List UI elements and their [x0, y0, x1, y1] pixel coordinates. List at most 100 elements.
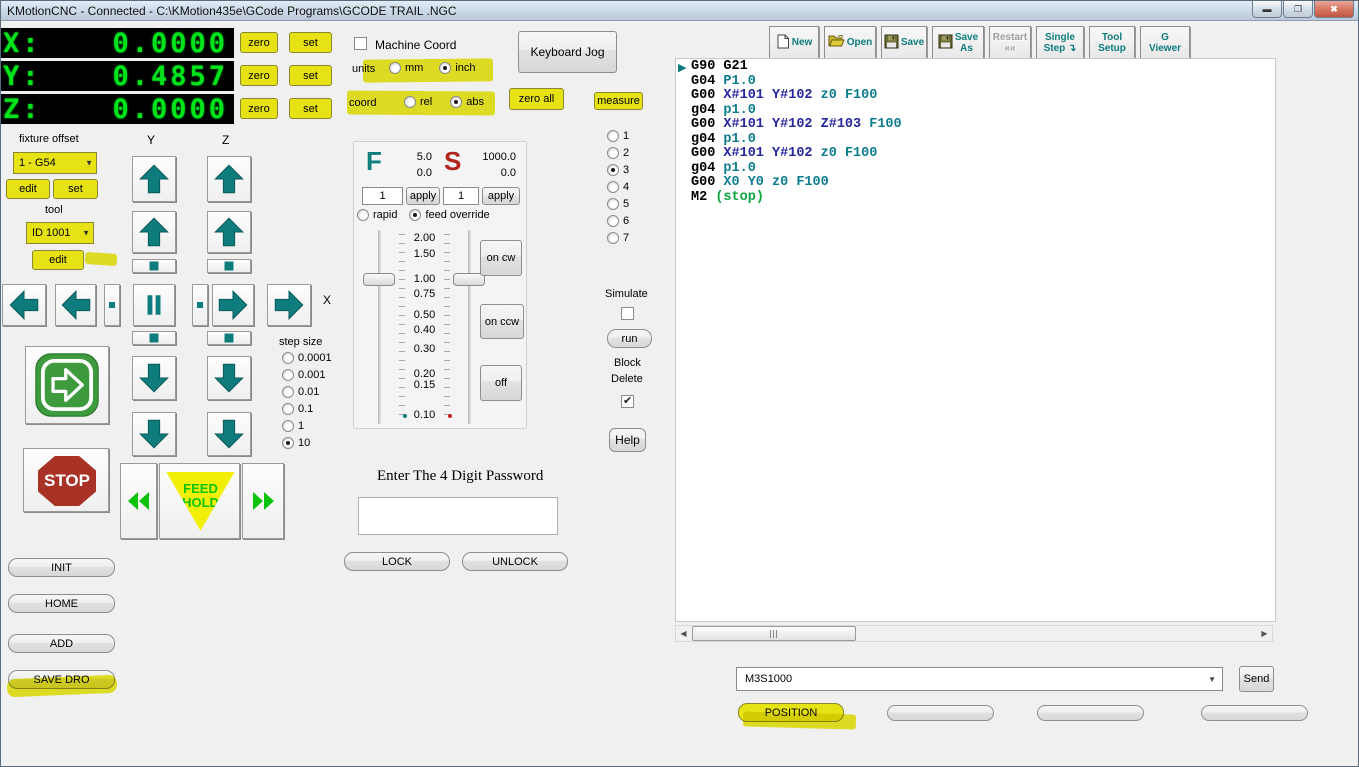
scroll-left-icon[interactable]: ◀: [676, 626, 691, 641]
help-button[interactable]: Help: [609, 428, 646, 452]
toolbar-tool-setup-button[interactable]: Tool Setup: [1089, 26, 1135, 59]
chevron-down-icon[interactable]: ▼: [1208, 675, 1216, 684]
chevron-down-icon[interactable]: ▼: [82, 229, 90, 238]
jog-x-left-step-button[interactable]: [104, 284, 120, 326]
jog-z-up-step-button[interactable]: [207, 259, 251, 273]
step-size-option-0.0001[interactable]: 0.0001: [282, 352, 332, 364]
feedrate-apply-button[interactable]: apply: [406, 187, 440, 205]
toolbar-restart-button[interactable]: Restart ««: [989, 26, 1031, 59]
spindle-on-ccw-button[interactable]: on ccw: [480, 304, 524, 339]
radio-icon[interactable]: [282, 369, 294, 381]
tool-dropdown[interactable]: ID 1001 ▼: [26, 222, 94, 244]
scroll-right-icon[interactable]: ▶: [1257, 626, 1272, 641]
gcode-editor[interactable]: ▶ G90 G21 G04 P1.0 G00 X#101 Y#102 z0 F100…: [675, 58, 1276, 622]
scrollbar-thumb[interactable]: [692, 626, 856, 641]
send-button[interactable]: Send: [1239, 666, 1274, 692]
radio-icon[interactable]: [607, 232, 619, 244]
radio-icon[interactable]: [282, 386, 294, 398]
jog-y-up-step-button[interactable]: [132, 259, 176, 273]
jog-y-up-button[interactable]: [132, 211, 176, 253]
lock-button[interactable]: LOCK: [344, 552, 450, 571]
radio-icon[interactable]: [282, 403, 294, 415]
thread-option-4[interactable]: 4: [607, 181, 629, 193]
toolbar-g-viewer-button[interactable]: G Viewer: [1140, 26, 1190, 59]
block-delete-checkbox[interactable]: [621, 394, 634, 408]
radio-icon[interactable]: [282, 352, 294, 364]
spindle-input[interactable]: 1: [443, 187, 479, 205]
set-y-button[interactable]: set: [289, 65, 332, 86]
jog-y-down-button[interactable]: [132, 356, 176, 400]
jog-z-down-step-button[interactable]: [207, 331, 251, 345]
radio-icon[interactable]: [607, 181, 619, 193]
step-size-option-0.01[interactable]: 0.01: [282, 386, 332, 398]
set-z-button[interactable]: set: [289, 98, 332, 119]
spindle-on-cw-button[interactable]: on cw: [480, 240, 522, 276]
jog-x-left-button[interactable]: [55, 284, 96, 326]
editor-hscrollbar[interactable]: ◀ ▶: [675, 625, 1273, 642]
jog-z-up-button[interactable]: [207, 211, 251, 253]
radio-icon[interactable]: [450, 96, 463, 108]
jog-x-right-fast-button[interactable]: [267, 284, 311, 326]
radio-icon[interactable]: [404, 96, 416, 108]
radio-icon[interactable]: [389, 62, 401, 74]
fixture-set-button[interactable]: set: [53, 179, 98, 199]
keyboard-jog-button[interactable]: Keyboard Jog: [518, 31, 617, 73]
spindle-off-button[interactable]: off: [480, 365, 522, 401]
init-button[interactable]: INIT: [8, 558, 115, 577]
machine-coord-checkbox[interactable]: [354, 37, 367, 50]
units-option-mm[interactable]: mm: [389, 62, 423, 74]
stop-button[interactable]: STOP: [23, 448, 109, 512]
radio-icon[interactable]: [282, 437, 294, 449]
spindle-apply-button[interactable]: apply: [482, 187, 520, 205]
jog-y-up-fast-button[interactable]: [132, 156, 176, 202]
tool-edit-button[interactable]: edit: [32, 250, 84, 270]
thread-option-6[interactable]: 6: [607, 215, 629, 227]
bottom-blank-button-3[interactable]: [1201, 705, 1308, 721]
radio-icon[interactable]: [607, 198, 619, 210]
jog-y-down-fast-button[interactable]: [132, 412, 176, 456]
jog-z-up-fast-button[interactable]: [207, 156, 251, 202]
run-button[interactable]: run: [607, 329, 652, 348]
zero-z-button[interactable]: zero: [240, 98, 278, 119]
coord-option-rel[interactable]: rel: [404, 96, 432, 108]
radio-icon[interactable]: [607, 164, 619, 176]
thread-option-5[interactable]: 5: [607, 198, 629, 210]
jog-z-down-fast-button[interactable]: [207, 412, 251, 456]
toolbar-new-button[interactable]: New: [769, 26, 819, 59]
toolbar-open-button[interactable]: Open: [824, 26, 876, 59]
feedrate-slider-track[interactable]: [378, 230, 381, 424]
close-button[interactable]: ✖: [1314, 1, 1354, 18]
zero-x-button[interactable]: zero: [240, 32, 278, 53]
bottom-blank-button-2[interactable]: [1037, 705, 1144, 721]
thread-option-2[interactable]: 2: [607, 147, 629, 159]
spindle-slider-track[interactable]: [468, 230, 471, 424]
toolbar-single-step-button[interactable]: Single Step ↴: [1036, 26, 1084, 59]
radio-icon[interactable]: [409, 209, 422, 221]
units-option-inch[interactable]: inch: [439, 62, 476, 74]
feed-slower-button[interactable]: [120, 463, 157, 539]
zero-y-button[interactable]: zero: [240, 65, 278, 86]
jog-x-right-step-button[interactable]: [192, 284, 208, 326]
feed-faster-button[interactable]: [242, 463, 284, 539]
override-mode-option-rapid[interactable]: rapid: [357, 209, 397, 221]
bottom-blank-button-1[interactable]: [887, 705, 994, 721]
step-size-option-0.1[interactable]: 0.1: [282, 403, 332, 415]
mdi-combobox[interactable]: M3S1000 ▼: [736, 667, 1223, 691]
restore-button[interactable]: ❐: [1283, 1, 1313, 18]
radio-icon[interactable]: [607, 215, 619, 227]
radio-icon[interactable]: [439, 62, 452, 74]
simulate-checkbox[interactable]: [621, 307, 634, 320]
radio-icon[interactable]: [282, 420, 294, 432]
toolbar-save-button[interactable]: Save: [881, 26, 927, 59]
feed-hold-button[interactable]: FEED HOLD: [159, 463, 240, 539]
minimize-button[interactable]: ▬: [1252, 1, 1282, 18]
radio-icon[interactable]: [607, 147, 619, 159]
unlock-button[interactable]: UNLOCK: [462, 552, 568, 571]
radio-icon[interactable]: [607, 130, 619, 142]
thread-option-1[interactable]: 1: [607, 130, 629, 142]
feedrate-input[interactable]: 1: [362, 187, 403, 205]
measure-button[interactable]: measure: [594, 92, 643, 110]
add-button[interactable]: ADD: [8, 634, 115, 653]
step-size-option-0.001[interactable]: 0.001: [282, 369, 332, 381]
jog-y-down-step-button[interactable]: [132, 331, 176, 345]
